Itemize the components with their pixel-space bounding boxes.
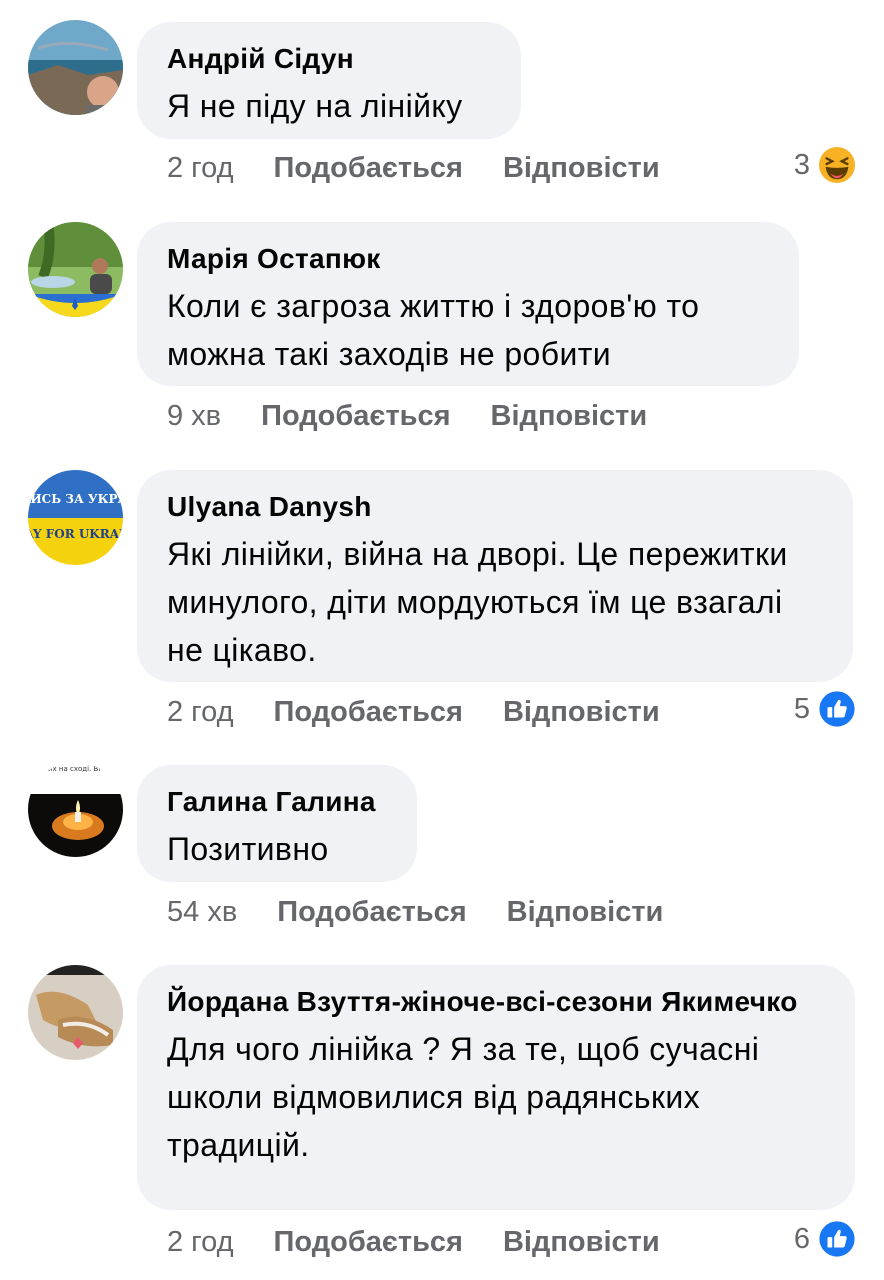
avatar[interactable] [28,965,123,1060]
comment-actions: 2 год Подобається Відповісти [167,1224,700,1260]
comment-actions: 9 хв Подобається Відповісти [167,398,687,434]
haha-emoji-icon [818,146,856,184]
comment-text: Для чого лінійка ? Я за те, щоб сучасні … [167,1031,760,1163]
like-button[interactable]: Подобається [274,150,463,186]
reaction-count: 3 [793,148,810,181]
avatar-photo: ...и свічку пам... ...гтлих на сході. Ві… [28,762,123,857]
reaction-summary[interactable]: 3 [794,146,856,184]
avatar-photo [28,20,123,115]
avatar-photo: МОЛИСЬ ЗА УКРАЇНУ PRAY FOR UKRAINE [28,470,123,565]
reply-button[interactable]: Відповісти [503,694,660,730]
reaction-summary[interactable]: 6 [794,1220,856,1258]
comment-bubble: Йордана Взуття-жіноче-всі-сезони Якимечк… [137,965,855,1210]
comment-bubble: Ulyana Danysh Які лінійки, війна на двор… [137,470,853,682]
comment-bubble: Марія Остапюк Коли є загроза життю і здо… [137,222,799,386]
avatar-photo [28,965,123,1060]
comment-actions: 2 год Подобається Відповісти [167,150,700,186]
comment-time[interactable]: 54 хв [167,894,237,930]
avatar-caption: ...и свічку пам... ...гтлих на сході. Ві… [28,765,123,773]
avatar-text-bottom: PRAY FOR UKRAINE [28,527,123,541]
comment-time[interactable]: 2 год [167,150,234,186]
avatar[interactable]: МОЛИСЬ ЗА УКРАЇНУ PRAY FOR UKRAINE [28,470,123,565]
reply-button[interactable]: Відповісти [503,150,660,186]
reply-button[interactable]: Відповісти [507,894,664,930]
like-button[interactable]: Подобається [274,1224,463,1260]
avatar[interactable] [28,222,123,317]
comment-bubble: Андрій Сідун Я не піду на лінійку [137,22,521,139]
comment-actions: 54 хв Подобається Відповісти [167,894,703,930]
avatar[interactable] [28,20,123,115]
comment-text: Я не піду на лінійку [167,88,463,124]
like-button[interactable]: Подобається [274,694,463,730]
comment-author[interactable]: Галина Галина [167,785,387,819]
comment-author[interactable]: Йордана Взуття-жіноче-всі-сезони Якимечк… [167,985,825,1019]
reaction-count: 5 [793,692,810,725]
comment-time[interactable]: 9 хв [167,398,221,434]
comment-author[interactable]: Ulyana Danysh [167,490,823,524]
avatar-text-top: МОЛИСЬ ЗА УКРАЇНУ [28,491,123,506]
comment-text: Які лінійки, війна на дворі. Це пережитк… [167,536,788,668]
comment-time[interactable]: 2 год [167,1224,234,1260]
reaction-count: 6 [793,1222,810,1255]
comment-time[interactable]: 2 год [167,694,234,730]
reaction-summary[interactable]: 5 [794,690,856,728]
reply-button[interactable]: Відповісти [503,1224,660,1260]
comment-author[interactable]: Андрій Сідун [167,42,491,76]
comment-actions: 2 год Подобається Відповісти [167,694,700,730]
avatar[interactable]: ...и свічку пам... ...гтлих на сході. Ві… [28,762,123,857]
comment-text: Коли є загроза життю і здоров'ю то можна… [167,288,700,372]
comment-text: Позитивно [167,831,329,867]
like-thumb-icon [818,1220,856,1258]
like-button[interactable]: Подобається [261,398,450,434]
comment-author[interactable]: Марія Остапюк [167,242,769,276]
reply-button[interactable]: Відповісти [491,398,648,434]
avatar-photo [28,222,123,317]
like-button[interactable]: Подобається [277,894,466,930]
like-thumb-icon [818,690,856,728]
comment-bubble: Галина Галина Позитивно [137,765,417,882]
